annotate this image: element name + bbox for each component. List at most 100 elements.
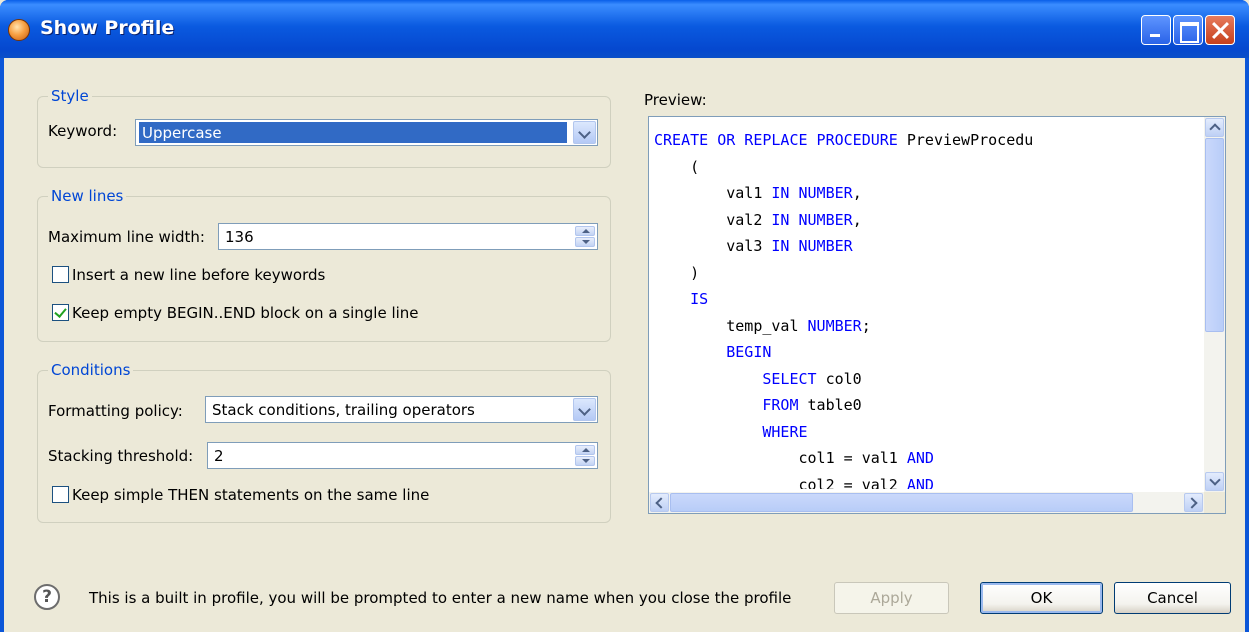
code-keyword: SELECT — [762, 369, 817, 388]
max-line-width-value: 136 — [225, 228, 254, 246]
stacking-threshold-label: Stacking threshold: — [48, 447, 194, 465]
spin-up-icon[interactable] — [575, 445, 595, 455]
ok-button[interactable]: OK — [980, 582, 1103, 614]
scroll-up-icon[interactable] — [1205, 118, 1224, 137]
spin-up-icon[interactable] — [575, 226, 595, 236]
code-keyword: IN NUMBER — [771, 210, 853, 229]
max-line-width-spinner[interactable] — [575, 226, 595, 247]
help-icon[interactable]: ? — [34, 584, 60, 610]
stacking-threshold-spinner[interactable] — [575, 445, 595, 466]
code-keyword: NUMBER — [807, 316, 862, 335]
code-keyword: FROM — [762, 396, 799, 414]
code-keyword: AND — [906, 449, 934, 467]
code-keyword: BEGIN — [726, 343, 772, 361]
preview-label: Preview: — [644, 91, 707, 109]
code-line: IS — [654, 286, 1189, 313]
scroll-right-icon[interactable] — [1184, 493, 1203, 512]
code-line: SELECT col0 — [654, 366, 1189, 393]
formatting-policy-select[interactable]: Stack conditions, trailing operators — [205, 396, 598, 423]
max-line-width-label: Maximum line width: — [48, 228, 205, 246]
scroll-down-icon[interactable] — [1205, 472, 1224, 491]
keep-then-label[interactable]: Keep simple THEN statements on the same … — [72, 486, 429, 504]
code-text: temp_val — [654, 316, 808, 335]
keyword-select[interactable]: Uppercase — [135, 119, 598, 146]
preview-pane[interactable]: CREATE OR REPLACE PROCEDURE PreviewProce… — [648, 116, 1226, 514]
conditions-group-title: Conditions — [48, 361, 134, 379]
code-text: ) — [654, 263, 700, 282]
info-message: This is a built in profile, you will be … — [89, 589, 792, 607]
style-group-title: Style — [48, 87, 92, 105]
code-text: ; — [861, 316, 871, 335]
code-line: val1 IN NUMBER, — [654, 180, 1189, 207]
code-text: , — [852, 210, 862, 229]
insert-newline-checkbox[interactable] — [52, 266, 69, 283]
preview-code: CREATE OR REPLACE PROCEDURE PreviewProce… — [654, 127, 1189, 489]
keep-then-checkbox[interactable] — [52, 486, 69, 503]
code-line: CREATE OR REPLACE PROCEDURE PreviewProce… — [654, 127, 1189, 154]
code-line: ) — [654, 260, 1189, 287]
window-title: Show Profile — [40, 17, 175, 39]
apply-button[interactable]: Apply — [834, 582, 949, 614]
vertical-scrollbar[interactable] — [1204, 117, 1225, 492]
stacking-threshold-value: 2 — [214, 447, 224, 465]
chevron-down-icon[interactable] — [573, 398, 596, 421]
keyword-label: Keyword: — [48, 122, 118, 140]
stacking-threshold-input[interactable]: 2 — [207, 442, 598, 469]
insert-newline-label[interactable]: Insert a new line before keywords — [72, 266, 325, 284]
code-text: val3 — [654, 237, 772, 255]
code-keyword: WHERE — [762, 422, 808, 441]
code-keyword: IN NUMBER — [771, 184, 853, 202]
app-icon — [8, 19, 30, 41]
title-bar[interactable]: Show Profile — [0, 0, 1249, 58]
code-text: val1 — [654, 184, 772, 202]
keyword-select-value: Uppercase — [139, 122, 567, 143]
dialog-body: Style Keyword: Uppercase New lines Maxim… — [4, 58, 1245, 632]
code-line: col2 = val2 AND — [654, 472, 1189, 490]
new-lines-group-title: New lines — [48, 187, 127, 205]
code-text: col1 = val1 — [654, 449, 907, 467]
spin-down-icon[interactable] — [575, 237, 595, 247]
maximize-button[interactable] — [1173, 15, 1203, 45]
code-keyword: CREATE OR REPLACE PROCEDURE — [654, 131, 898, 149]
chevron-down-icon[interactable] — [573, 121, 596, 144]
dialog-window: Show Profile Style Keyword: Uppercase Ne… — [0, 0, 1249, 632]
code-keyword: AND — [906, 475, 934, 490]
code-line: col1 = val1 AND — [654, 445, 1189, 472]
keep-empty-block-checkbox[interactable] — [52, 304, 69, 321]
code-keyword: IN NUMBER — [771, 237, 853, 255]
max-line-width-input[interactable]: 136 — [218, 223, 598, 250]
code-text: PreviewProcedu — [897, 131, 1034, 149]
code-text: , — [852, 184, 862, 202]
code-text: ( — [654, 157, 700, 176]
minimize-button[interactable] — [1141, 15, 1171, 45]
horizontal-scrollbar[interactable] — [649, 492, 1204, 513]
conditions-group: Conditions Formatting policy: Stack cond… — [37, 361, 611, 523]
spin-down-icon[interactable] — [575, 456, 595, 466]
style-group: Style Keyword: Uppercase — [37, 87, 611, 168]
code-line: WHERE — [654, 419, 1189, 446]
scrollbar-corner — [1204, 492, 1225, 513]
code-line: BEGIN — [654, 339, 1189, 366]
code-line: val3 IN NUMBER — [654, 233, 1189, 260]
code-line: FROM table0 — [654, 392, 1189, 419]
formatting-policy-value: Stack conditions, trailing operators — [212, 401, 475, 419]
code-text: val2 — [654, 210, 772, 229]
keep-empty-block-label[interactable]: Keep empty BEGIN..END block on a single … — [72, 304, 419, 322]
cancel-button[interactable]: Cancel — [1114, 582, 1231, 614]
code-text: col0 — [816, 369, 862, 388]
close-button[interactable] — [1205, 15, 1235, 45]
code-line: temp_val NUMBER; — [654, 313, 1189, 340]
formatting-policy-label: Formatting policy: — [48, 402, 183, 420]
vertical-scroll-thumb[interactable] — [1205, 138, 1224, 332]
horizontal-scroll-thumb[interactable] — [670, 493, 1133, 512]
scroll-left-icon[interactable] — [650, 493, 669, 512]
new-lines-group: New lines Maximum line width: 136 Insert… — [37, 187, 611, 342]
code-keyword: IS — [690, 290, 709, 308]
code-text: table0 — [798, 396, 862, 414]
code-line: ( — [654, 154, 1189, 181]
